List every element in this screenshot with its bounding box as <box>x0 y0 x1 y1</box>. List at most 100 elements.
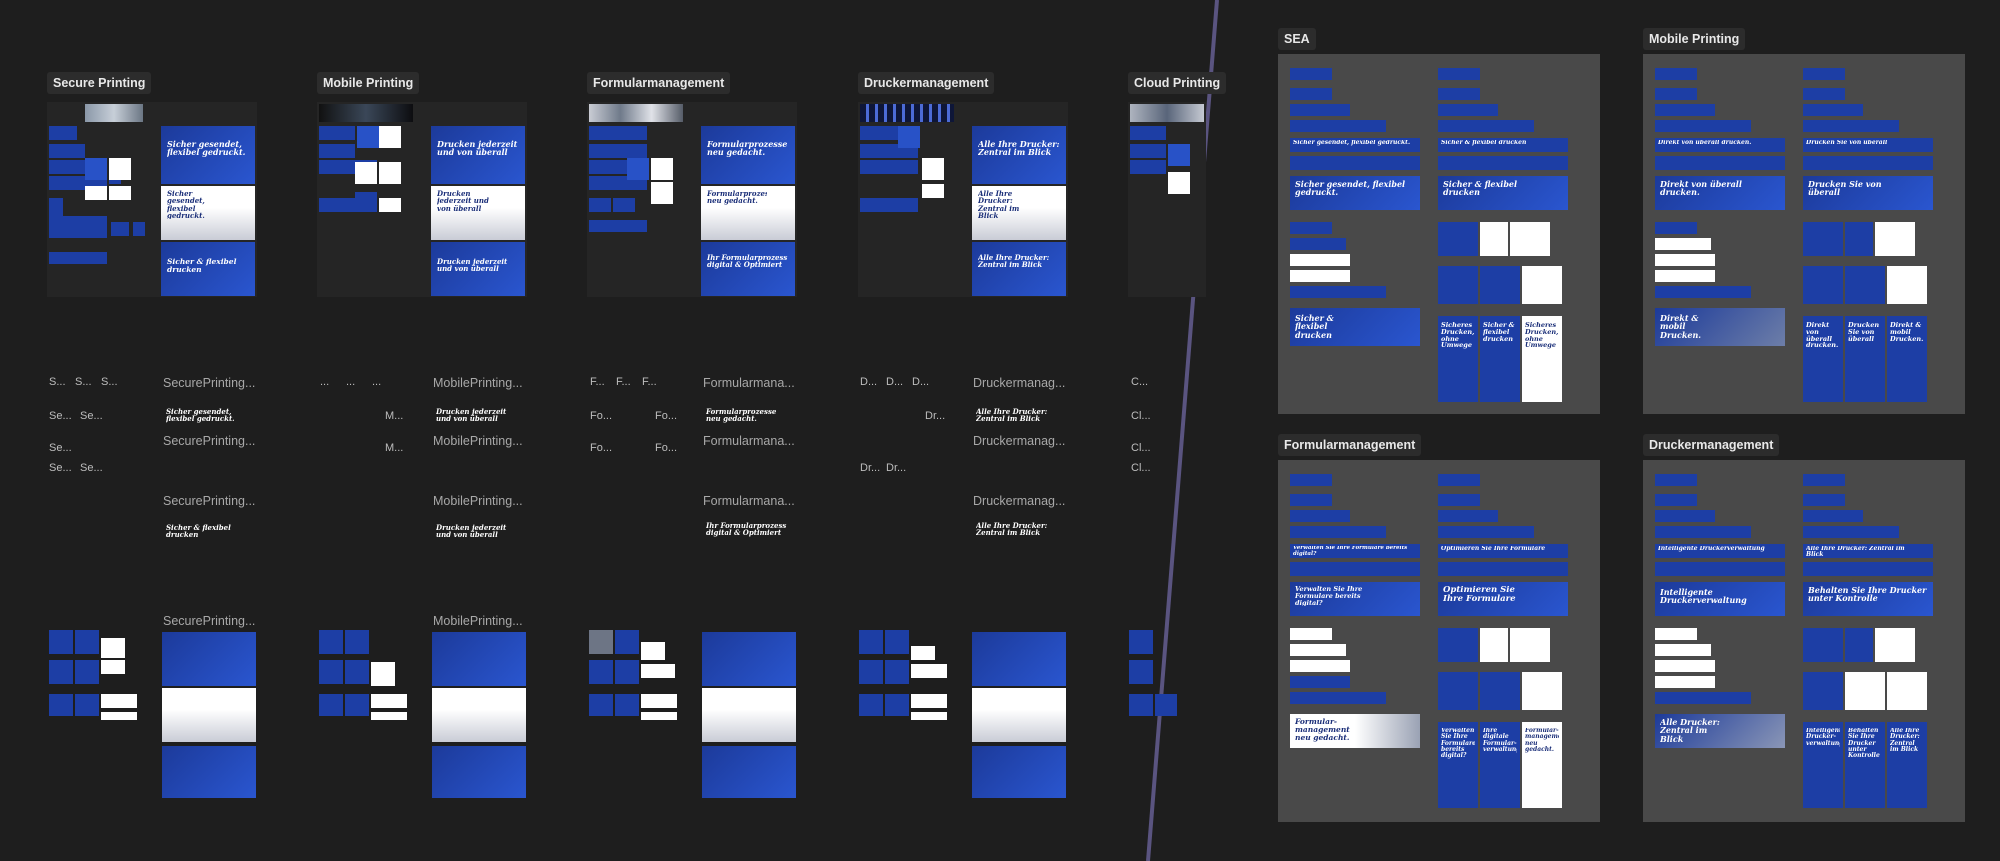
ghost-label: ... <box>346 376 356 388</box>
ad-headline: Sicher & flexibel drucken <box>1441 140 1527 146</box>
ghost-label: Fo... <box>655 410 678 422</box>
frame-label-mobile-printing[interactable]: Mobile Printing <box>317 72 420 94</box>
ad-headline: Sicheres Drucken, ohne Umwege <box>1441 322 1475 350</box>
background-asset[interactable] <box>972 746 1066 798</box>
ghost-label: F... <box>616 376 631 388</box>
ghost-label: S... <box>101 376 118 388</box>
ghost-label: D... <box>860 376 878 388</box>
background-asset[interactable] <box>432 688 526 742</box>
ghost-headline: Sicher gesendet, flexibel gedruckt. <box>166 408 235 423</box>
artboard-mobile-row1[interactable]: Drucken jederzeit und von überall Drucke… <box>317 102 527 297</box>
background-asset[interactable] <box>432 746 526 798</box>
ghost-headline: Formularprozesse neu gedacht. <box>706 408 777 423</box>
background-asset[interactable] <box>432 632 526 686</box>
ghost-label: Se... <box>80 410 103 422</box>
ghost-title: MobilePrinting... <box>433 494 523 508</box>
background-asset[interactable] <box>972 688 1066 742</box>
ad-headline: Alle Ihre Drucker: Zentral im Blick <box>978 140 1060 157</box>
ghost-label: Se... <box>49 410 72 422</box>
ghost-label: Dr... <box>860 462 881 474</box>
panel-label-mobile-printing[interactable]: Mobile Printing <box>1643 28 1746 50</box>
ad-headline: Drucken jederzeit und von überall <box>437 140 518 157</box>
frame-label-secure-printing[interactable]: Secure Printing <box>47 72 152 94</box>
ghost-label: F... <box>590 376 605 388</box>
panel-druckermanagement[interactable]: Intelligente Druckerverwaltung Intellige… <box>1643 460 1965 822</box>
frame-label-cloud-printing[interactable]: Cloud Printing <box>1128 72 1227 94</box>
background-asset[interactable] <box>162 632 256 686</box>
ghost-title: MobilePrinting... <box>433 376 523 390</box>
ad-headline: Sicher gesendet, flexibel gedruckt. <box>1295 180 1406 197</box>
ghost-label: D... <box>886 376 904 388</box>
ad-headline: Sicher & flexibel drucken <box>167 258 237 274</box>
artboard-cloud-row1[interactable] <box>1128 102 1206 297</box>
ghost-label: M... <box>385 442 404 454</box>
ad-headline: Behalten Sie Ihre Drucker unter Kontroll… <box>1808 586 1927 603</box>
panel-sea[interactable]: Sicher gesendet, flexibel gedruckt. Sich… <box>1278 54 1600 414</box>
background-asset[interactable] <box>162 688 256 742</box>
ghost-title: Druckermanag... <box>973 376 1066 390</box>
ghost-label: S... <box>75 376 92 388</box>
ghost-label: F... <box>642 376 657 388</box>
design-canvas[interactable]: Secure Printing Mobile Printing Formular… <box>0 0 2000 861</box>
artboard-formular-row1[interactable]: Formularprozesse neu gedacht. Formularpr… <box>587 102 797 297</box>
ad-headline: Alle Drucker: Zentral im Blick <box>1660 718 1720 744</box>
ghost-label: Dr... <box>925 410 946 422</box>
ghost-label: C... <box>1131 376 1149 388</box>
ghost-label: ... <box>320 376 330 388</box>
ad-headline: Alle Ihre Drucker: Zentral im Blick <box>1806 546 1905 558</box>
ad-headline: Direkt von überall drucken. <box>1660 180 1742 197</box>
ghost-label: Se... <box>49 442 72 454</box>
ad-headline: Sicher gesendet, flexibel gedruckt. <box>167 140 246 157</box>
ghost-title: Formularmana... <box>703 434 795 448</box>
ad-headline: Intelligente Druckerverwaltung <box>1658 546 1765 552</box>
ad-headline: Formular-management neu gedacht. <box>1525 728 1559 753</box>
artboard-secure-row1[interactable]: Sicher gesendet, flexibel gedruckt. Sich… <box>47 102 257 297</box>
ghost-title: SecurePrinting... <box>163 434 256 448</box>
background-asset[interactable] <box>702 688 796 742</box>
ghost-headline: Drucken jederzeit und von überall <box>436 524 507 539</box>
ad-headline: Sicher & flexibel drucken <box>1483 322 1515 343</box>
ad-headline: Verwalten Sie Ihre Formulare bereits dig… <box>1441 728 1475 760</box>
ad-headline: Sicher & flexibel drucken <box>1295 314 1334 340</box>
ghost-title: Formularmana... <box>703 494 795 508</box>
frame-label-formularmanagement[interactable]: Formularmanagement <box>587 72 731 94</box>
ghost-label: Cl... <box>1131 462 1151 474</box>
ad-headline: Drucken jederzeit und von überall <box>437 190 489 213</box>
ghost-label: D... <box>912 376 930 388</box>
panel-label-sea[interactable]: SEA <box>1278 28 1316 50</box>
artboard-drucker-row1[interactable]: Alle Ihre Drucker: Zentral im Blick Alle… <box>858 102 1068 297</box>
ad-headline: Ihr Formularprozess digital & Optimiert <box>707 254 788 269</box>
ghost-title: MobilePrinting... <box>433 434 523 448</box>
frame-label-druckermanagement[interactable]: Druckermanagement <box>858 72 995 94</box>
ad-headline: Sicheres Drucken, ohne Umwege <box>1525 322 1559 350</box>
background-asset[interactable] <box>972 632 1066 686</box>
panel-mobile-printing[interactable]: Direkt von überall drucken. Direkt von ü… <box>1643 54 1965 414</box>
ad-headline: Intelligente Druckerverwaltung <box>1660 588 1747 605</box>
ad-headline: Behalten Sie Ihre Drucker unter Kontroll… <box>1848 728 1880 760</box>
ghost-label: Fo... <box>590 410 613 422</box>
panel-formularmanagement[interactable]: Verwalten Sie Ihre Formulare bereits dig… <box>1278 460 1600 822</box>
ghost-headline: Alle Ihre Drucker: Zentral im Blick <box>976 408 1048 423</box>
background-asset[interactable] <box>162 746 256 798</box>
ad-headline: Drucken Sie von überall <box>1808 180 1882 197</box>
ad-headline: Alle Ihre Drucker: Zentral im Blick <box>1890 728 1920 753</box>
panel-label-formularmanagement[interactable]: Formularmanagement <box>1278 434 1422 456</box>
ghost-label: Fo... <box>590 442 613 454</box>
ad-headline: Sicher & flexibel drucken <box>1443 180 1518 197</box>
ghost-label: Se... <box>49 462 72 474</box>
ad-headline: Direkt von überall drucken. <box>1658 140 1752 146</box>
ghost-title: Druckermanag... <box>973 494 1066 508</box>
ghost-headline: Drucken jederzeit und von überall <box>436 408 507 423</box>
ad-headline: Alle Ihre Drucker: Zentral im Blick <box>978 190 1020 220</box>
ad-headline: Drucken jederzeit und von überall <box>437 258 508 273</box>
panel-label-druckermanagement[interactable]: Druckermanagement <box>1643 434 1780 456</box>
ad-headline: Optimieren Sie Ihre Formulare <box>1441 546 1546 552</box>
ghost-label: Dr... <box>886 462 907 474</box>
ghost-title: SecurePrinting... <box>163 376 256 390</box>
ghost-title: Formularmana... <box>703 376 795 390</box>
ad-headline: Formularprozesse neu gedacht. <box>707 190 767 205</box>
ghost-label: Fo... <box>655 442 678 454</box>
ad-headline: Sicher gesendet, flexibel gedruckt. <box>1293 140 1411 146</box>
background-asset[interactable] <box>702 746 796 798</box>
background-asset[interactable] <box>702 632 796 686</box>
